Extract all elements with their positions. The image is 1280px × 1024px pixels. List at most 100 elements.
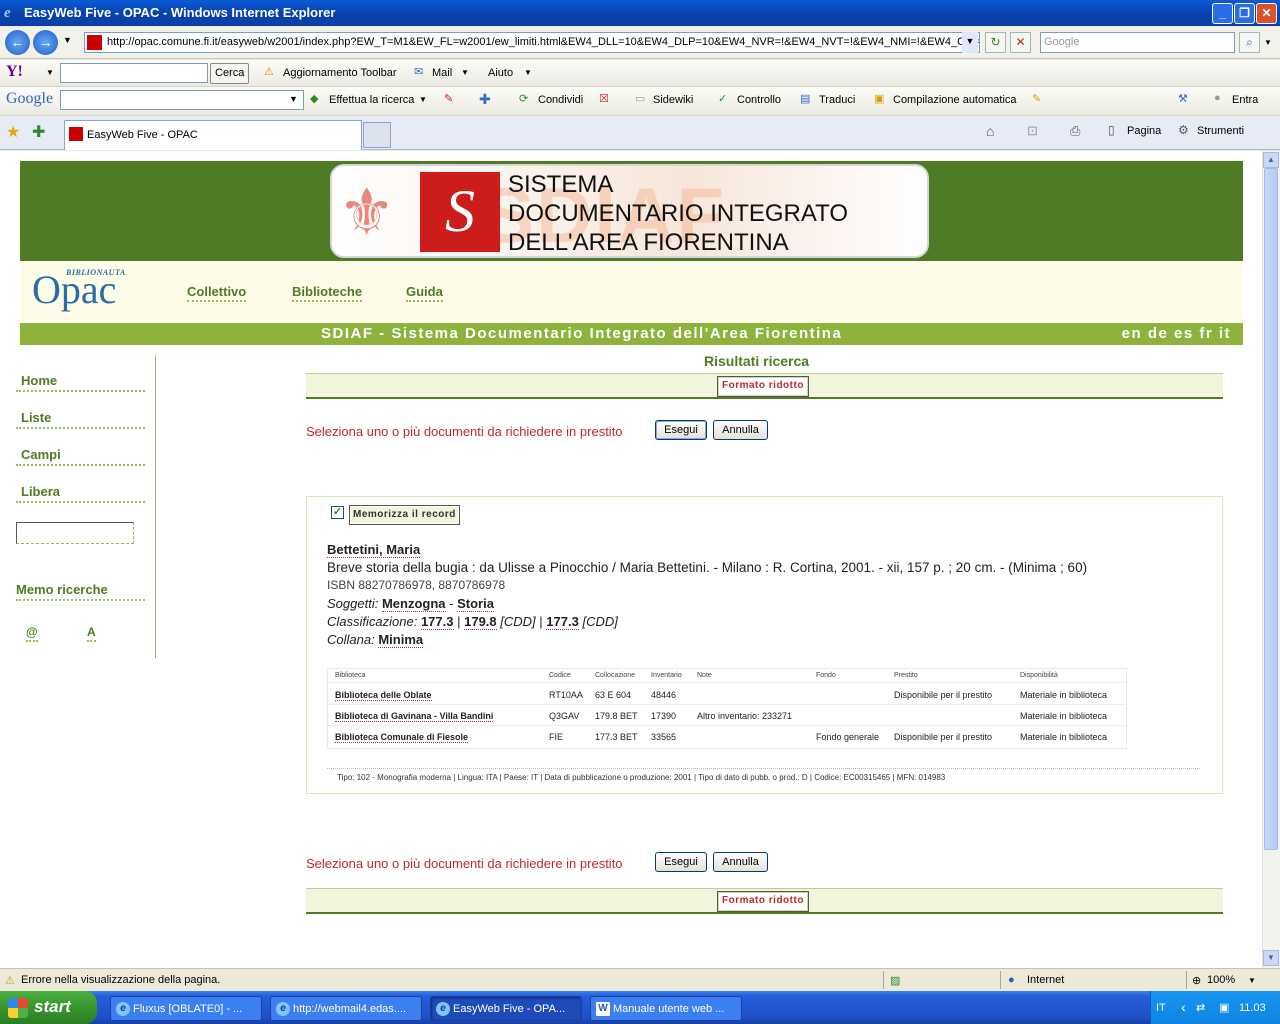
plus-icon[interactable]: ✚: [479, 91, 491, 108]
mail-dropdown-icon[interactable]: ▼: [461, 68, 469, 77]
cancel-button-bottom[interactable]: Annulla: [713, 852, 768, 872]
page-menu[interactable]: Pagina: [1127, 125, 1161, 137]
short-format-button-bottom[interactable]: Formato ridotto: [717, 891, 809, 912]
mail-button[interactable]: Mail: [432, 67, 452, 79]
class-link-1[interactable]: 177.3: [420, 614, 454, 630]
zoom-dropdown-icon[interactable]: ▼: [1248, 976, 1256, 985]
error-icon[interactable]: ⚠: [5, 974, 15, 987]
leftnav-campi[interactable]: Campi: [16, 447, 145, 466]
highlighter-icon[interactable]: ✎: [1032, 92, 1041, 105]
yahoo-logo[interactable]: Y!: [6, 63, 23, 81]
bookmark-icon[interactable]: ✎: [444, 92, 453, 105]
scroll-thumb[interactable]: [1264, 168, 1278, 850]
leftnav-liste[interactable]: Liste: [16, 410, 145, 429]
sidewiki-button[interactable]: Sidewiki: [653, 94, 693, 106]
history-dropdown-icon[interactable]: ▼: [63, 35, 72, 45]
forward-button[interactable]: →: [33, 30, 58, 55]
record-isbn: ISBN 88270786978, 8870786978: [327, 578, 506, 592]
record-checkbox[interactable]: ✓: [331, 506, 344, 519]
addon-icon: ▨: [890, 975, 901, 987]
search-options-icon[interactable]: ▼: [1264, 38, 1272, 47]
library-link-oblate[interactable]: Biblioteca delle Oblate: [335, 690, 432, 701]
run-button-bottom[interactable]: Esegui: [655, 852, 707, 872]
taskbar-item-webmail[interactable]: e http://webmail4.edas....: [270, 996, 422, 1021]
refresh-icon[interactable]: ↻: [985, 32, 1006, 53]
scroll-down-arrow[interactable]: ▼: [1263, 950, 1279, 966]
run-button-top[interactable]: Esegui: [655, 420, 707, 440]
alphabet-link[interactable]: A: [87, 625, 96, 642]
google-search-button[interactable]: Effettua la ricerca: [329, 94, 414, 106]
author-link[interactable]: Bettetini, Maria: [327, 542, 421, 558]
search-input[interactable]: Google: [1040, 32, 1235, 53]
tools-menu[interactable]: Strumenti: [1197, 125, 1244, 137]
spellcheck-button[interactable]: Controllo: [737, 94, 781, 106]
search-icon[interactable]: ⌕: [1239, 32, 1260, 53]
yahoo-dropdown-icon[interactable]: ▼: [46, 68, 54, 77]
signin-button[interactable]: Entra: [1232, 94, 1258, 106]
col-header-inventory: Inventario: [651, 672, 682, 679]
address-bar[interactable]: http://opac.comune.fi.it/easyweb/w2001/i…: [84, 32, 980, 53]
scroll-up-arrow[interactable]: ▲: [1263, 152, 1279, 168]
record-author[interactable]: Bettetini, Maria: [327, 542, 421, 558]
table-cell: Q3GAV: [549, 711, 580, 721]
zoom-level[interactable]: 100%: [1207, 974, 1235, 986]
help-dropdown-icon[interactable]: ▼: [524, 68, 532, 77]
print-icon[interactable]: ⎙: [1070, 123, 1080, 139]
language-links[interactable]: en de es fr it: [1122, 325, 1231, 342]
nav-guida[interactable]: Guida: [406, 284, 443, 302]
start-button[interactable]: start: [0, 991, 97, 1024]
leftnav-home[interactable]: Home: [16, 373, 145, 392]
yahoo-search-button[interactable]: Cerca: [210, 63, 250, 84]
taskbar-item-easyweb[interactable]: e EasyWeb Five - OPA...: [430, 996, 582, 1021]
sdiaf-banner[interactable]: SDIAF ⚜ S SISTEMA DOCUMENTARIO INTEGRATO…: [330, 164, 929, 258]
translate-button[interactable]: Traduci: [819, 94, 855, 106]
short-format-button-top[interactable]: Formato ridotto: [717, 376, 809, 397]
search-dropdown-icon[interactable]: ▼: [419, 95, 427, 104]
volume-icon[interactable]: ▣: [1219, 1001, 1229, 1014]
class-link-2[interactable]: 179.8: [464, 614, 497, 630]
feeds-icon[interactable]: ⊡: [1027, 123, 1038, 139]
url-dropdown-icon[interactable]: ▼: [962, 32, 978, 53]
google-logo[interactable]: Google: [6, 90, 53, 108]
library-link-fiesole[interactable]: Biblioteca Comunale di Fiesole: [335, 732, 469, 743]
memo-searches-link[interactable]: Memo ricerche: [16, 582, 145, 601]
nav-collettivo[interactable]: Collettivo: [187, 284, 247, 302]
help-menu[interactable]: Aiuto: [488, 67, 513, 79]
close-button[interactable]: ✕: [1256, 3, 1277, 24]
taskbar-item-fluxus[interactable]: e Fluxus [OBLATE0] - ...: [110, 996, 262, 1021]
minimize-button[interactable]: _: [1212, 3, 1233, 24]
new-tab-button[interactable]: [363, 122, 391, 148]
taskbar-item-manual[interactable]: W Manuale utente web ...: [590, 996, 742, 1021]
yahoo-search-input[interactable]: [60, 63, 208, 83]
wrench-icon[interactable]: ⚒: [1178, 92, 1188, 105]
toolbar-update-button[interactable]: Aggiornamento Toolbar: [283, 67, 397, 79]
google-input-dropdown-icon[interactable]: ▼: [289, 94, 298, 104]
stop-icon[interactable]: ✕: [1010, 32, 1031, 53]
language-indicator[interactable]: IT: [1156, 1002, 1166, 1014]
series-link[interactable]: Minima: [378, 632, 424, 648]
save-record-button[interactable]: Memorizza il record: [349, 505, 460, 525]
back-button[interactable]: ←: [5, 30, 30, 55]
google-search-input[interactable]: [60, 90, 304, 110]
home-icon[interactable]: ⌂: [986, 123, 994, 139]
tab-easyweb[interactable]: EasyWeb Five - OPAC: [64, 120, 362, 150]
translate-page-icon[interactable]: ☒: [599, 92, 609, 105]
maximize-button[interactable]: ❐: [1234, 3, 1255, 24]
add-favorite-icon[interactable]: ✚: [32, 122, 45, 142]
class-link-3[interactable]: 177.3: [546, 614, 579, 630]
subject-link-2[interactable]: Storia: [457, 596, 494, 612]
cancel-button-top[interactable]: Annulla: [713, 420, 768, 440]
subject-link-1[interactable]: Menzogna: [381, 596, 446, 612]
autofill-button[interactable]: Compilazione automatica: [893, 94, 1017, 106]
share-button[interactable]: Condividi: [538, 94, 583, 106]
tab-favicon: [69, 127, 83, 141]
leftnav-libera[interactable]: Libera: [16, 484, 145, 503]
network-icon[interactable]: ⇄: [1196, 1001, 1205, 1014]
favorites-star-icon[interactable]: ★: [6, 122, 20, 142]
library-link-gavinana[interactable]: Biblioteca di Gavinana - Villa Bandini: [335, 711, 494, 722]
quick-search-input[interactable]: [16, 522, 134, 544]
email-link[interactable]: @: [26, 625, 38, 642]
tray-back-icon[interactable]: ‹: [1181, 999, 1186, 1015]
nav-biblioteche[interactable]: Biblioteche: [292, 284, 363, 302]
record-description: Breve storia della bugia : da Ulisse a P…: [327, 560, 1088, 575]
